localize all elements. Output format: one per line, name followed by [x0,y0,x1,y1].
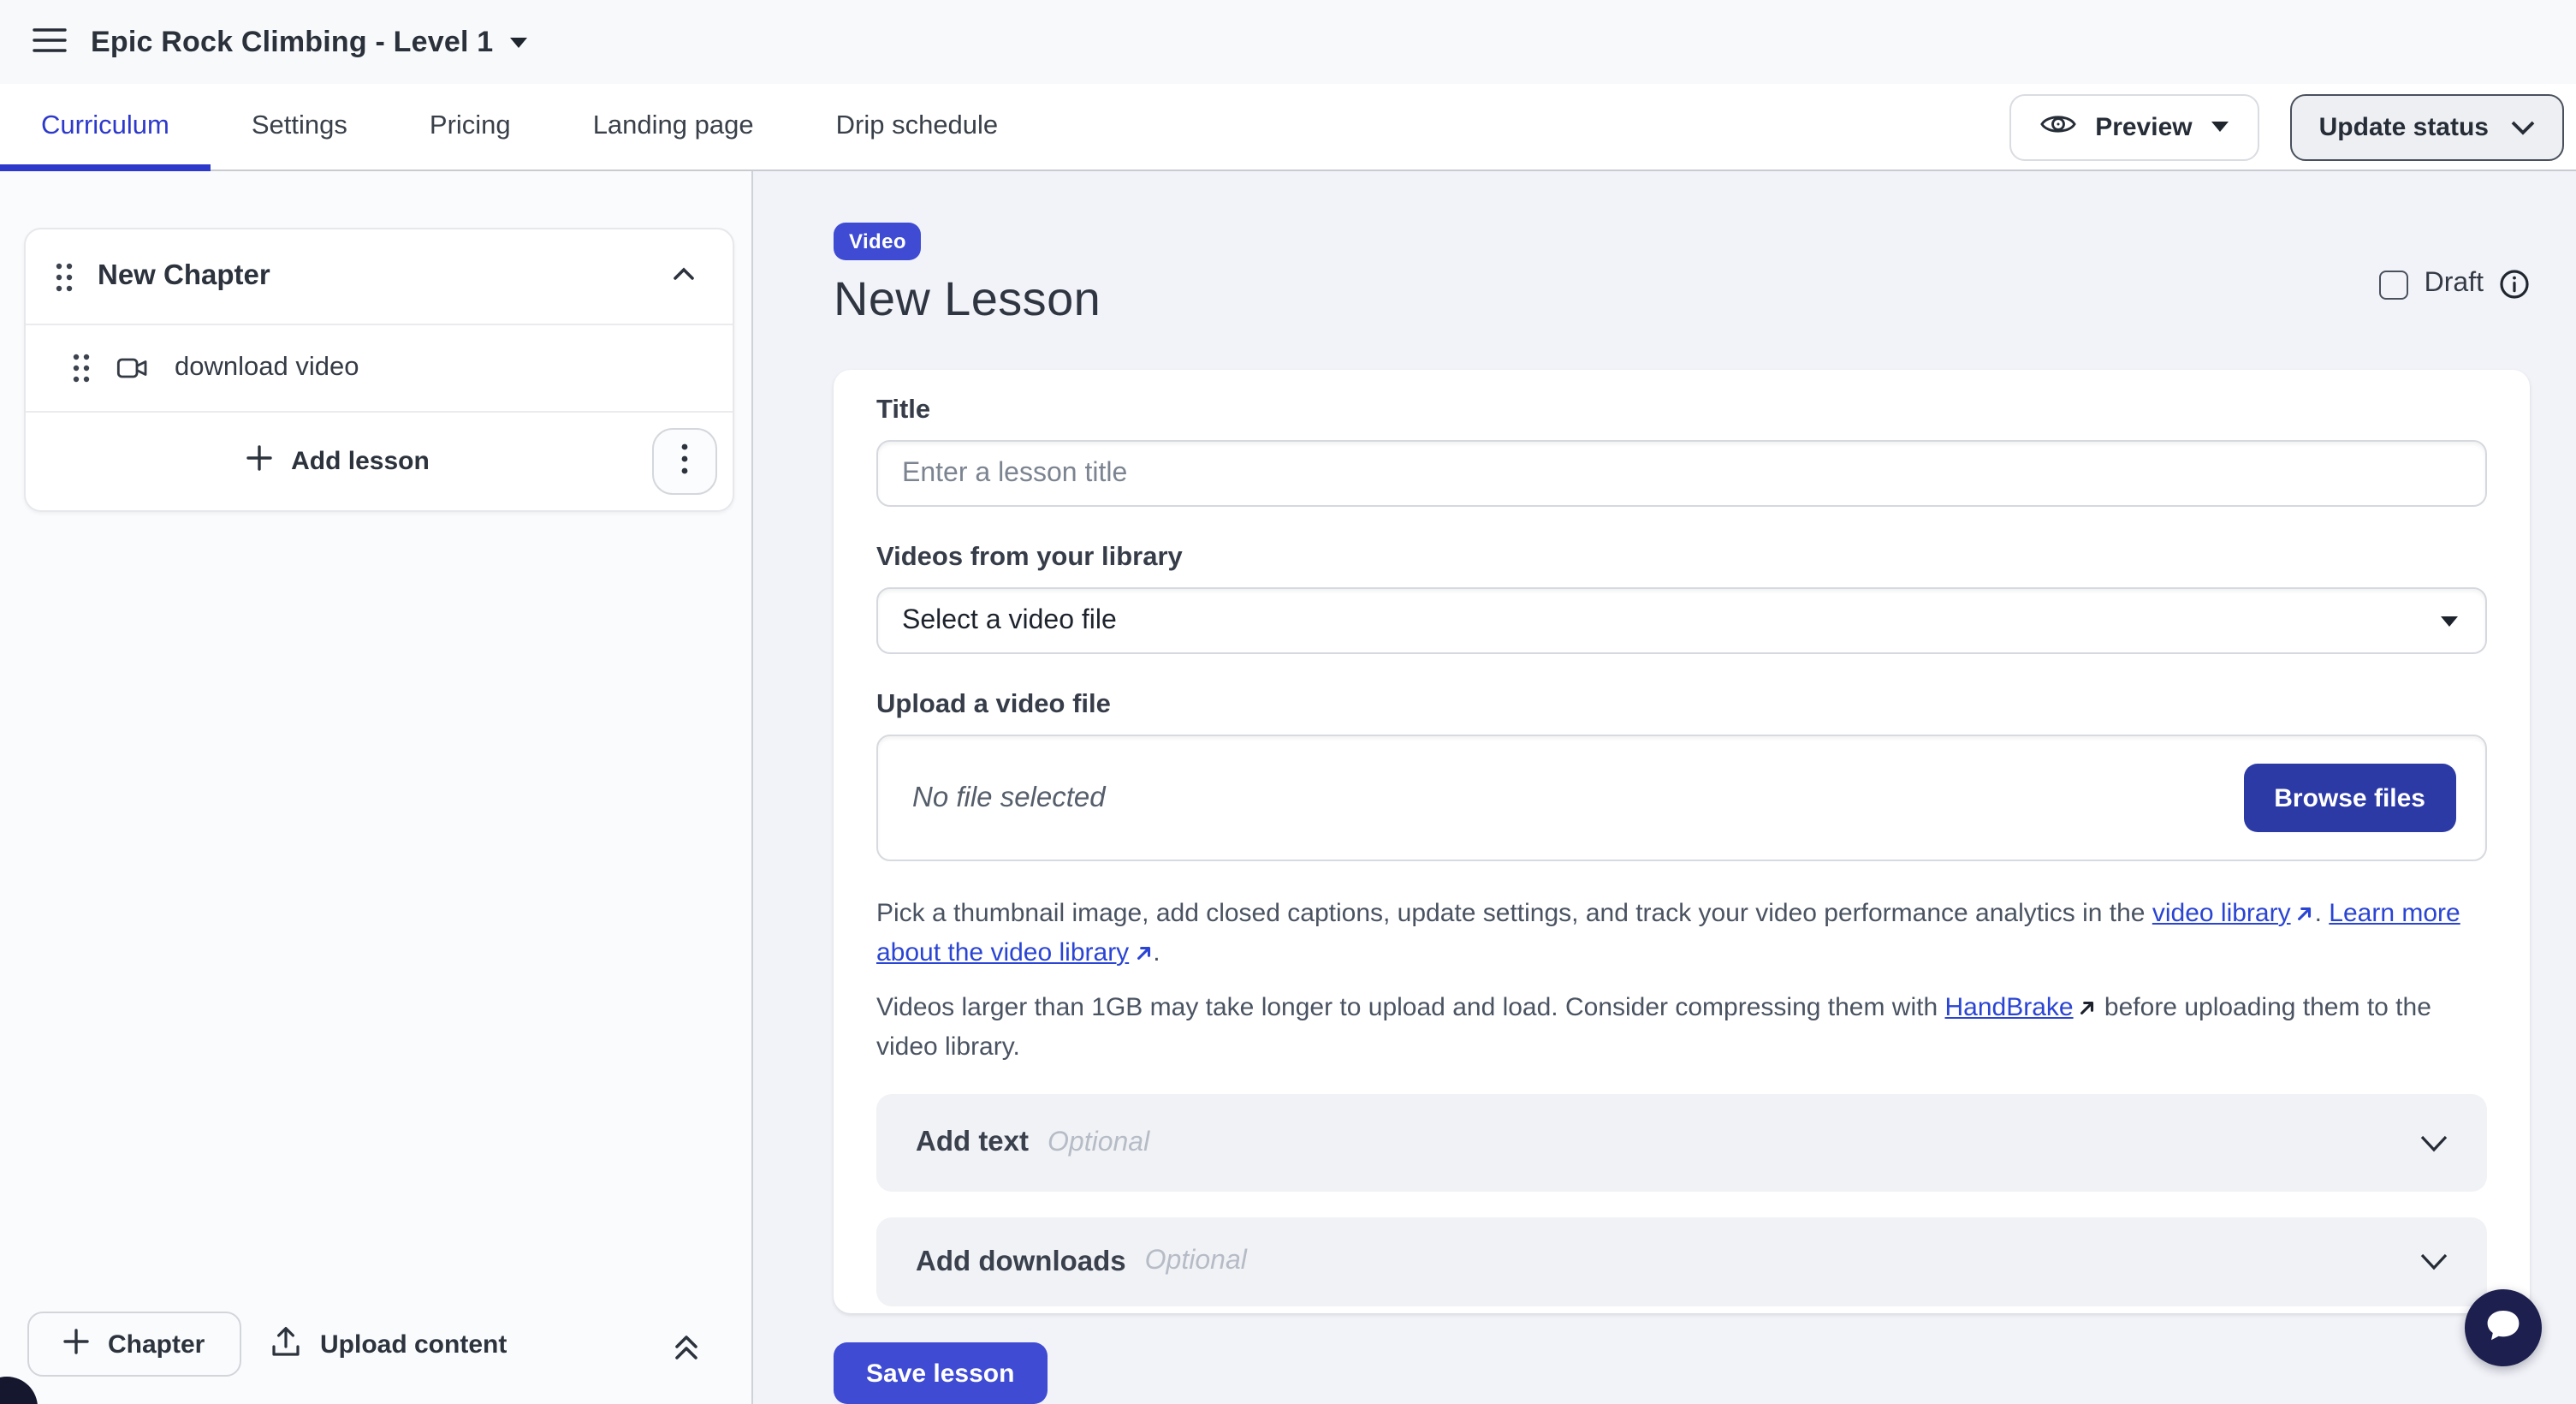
hamburger-menu-button[interactable] [21,13,79,71]
hamburger-icon [33,27,67,57]
external-link-icon [2079,991,2098,1029]
chapter-menu-button[interactable] [652,428,717,495]
title-field: Title [876,394,2487,507]
header-actions: Preview Update status [2009,93,2576,160]
lesson-header: Video New Lesson Draft [834,223,2530,327]
lesson-editor: Video New Lesson Draft Title Vide [753,171,2576,1404]
upload-label: Upload a video file [876,688,2487,721]
lesson-heading-block: Video New Lesson [834,223,1101,327]
draft-label: Draft [2425,269,2484,300]
help-text-segment: . [2315,899,2330,928]
caret-down-icon [2211,122,2229,132]
add-lesson-button[interactable]: Add lesson [246,445,430,478]
upload-icon [270,1324,301,1364]
help-text-segment: Pick a thumbnail image, add closed capti… [876,899,2152,928]
tabs: Curriculum Settings Pricing Landing page… [0,84,1039,170]
update-status-label: Update status [2319,112,2489,141]
caret-down-icon [2441,616,2458,626]
lesson-title-input[interactable] [876,440,2487,507]
collapse-all-button[interactable] [671,1330,702,1368]
tab-curriculum[interactable]: Curriculum [0,84,211,170]
add-text-label: Add text [916,1127,1029,1159]
add-lesson-label: Add lesson [291,447,430,476]
chat-widget-button[interactable] [2465,1289,2542,1366]
chapter-header[interactable]: New Chapter [26,229,733,324]
app: Epic Rock Climbing - Level 1 Curriculum … [0,0,2576,1404]
video-library-field: Videos from your library Select a video … [876,541,2487,654]
lesson-title: download video [175,353,359,384]
chapter-title: New Chapter [98,260,270,293]
optional-hint: Optional [1145,1246,1247,1277]
external-link-icon [1134,937,1153,974]
caret-down-icon [510,37,527,47]
chat-bubble-icon [2482,1305,2525,1351]
chevron-down-icon [2420,1134,2448,1151]
external-link-icon [2296,897,2315,935]
info-icon[interactable] [2499,269,2530,300]
link-label: video library [2152,899,2291,928]
chevron-down-icon [2420,1253,2448,1270]
eye-icon [2040,110,2076,143]
help-text-segment: Videos larger than 1GB may take longer t… [876,993,1945,1022]
double-chevron-up-icon [671,1342,702,1368]
course-title: Epic Rock Climbing - Level 1 [91,25,493,59]
add-chapter-button[interactable]: Chapter [27,1312,240,1377]
preview-button[interactable]: Preview [2009,93,2258,160]
course-switcher[interactable]: Epic Rock Climbing - Level 1 [91,25,527,59]
optional-hint: Optional [1048,1127,1149,1158]
collapse-chapter-button[interactable] [669,260,698,293]
tabbar: Curriculum Settings Pricing Landing page… [0,84,2576,171]
video-library-link[interactable]: video library [2152,899,2315,928]
topbar: Epic Rock Climbing - Level 1 [0,0,2576,84]
lesson-item[interactable]: download video [26,325,733,411]
browse-files-button[interactable]: Browse files [2243,764,2456,832]
no-file-text: No file selected [912,782,1106,814]
video-library-label: Videos from your library [876,541,2487,574]
chapter-card: New Chapter download video [24,228,734,512]
compression-help-text: Videos larger than 1GB may take longer t… [876,990,2487,1067]
lesson-form-card: Title Videos from your library Select a … [834,370,2530,1313]
video-library-selected-value: Select a video file [902,605,1117,636]
add-lesson-row: Add lesson [26,413,733,510]
video-library-help-text: Pick a thumbnail image, add closed capti… [876,895,2487,974]
save-lesson-button[interactable]: Save lesson [834,1342,1047,1404]
video-camera-icon [115,351,151,385]
update-status-button[interactable]: Update status [2290,93,2564,160]
handbrake-link[interactable]: HandBrake [1945,993,2074,1022]
drag-handle-icon[interactable] [55,261,74,292]
chevron-up-icon [669,260,698,293]
page-title: New Lesson [834,272,1101,327]
tab-drip-schedule[interactable]: Drip schedule [795,84,1040,170]
upload-field: Upload a video file No file selected Bro… [876,688,2487,861]
corner-widget [0,1377,38,1404]
add-chapter-label: Chapter [108,1330,205,1359]
draft-checkbox[interactable] [2380,270,2409,299]
file-dropzone[interactable]: No file selected Browse files [876,735,2487,861]
upload-content-label: Upload content [320,1330,507,1359]
app-body: New Chapter download video [0,171,2576,1404]
upload-content-button[interactable]: Upload content [270,1312,507,1377]
add-downloads-accordion[interactable]: Add downloads Optional [876,1217,2487,1306]
add-downloads-label: Add downloads [916,1246,1126,1278]
kebab-icon [681,443,688,479]
tab-settings[interactable]: Settings [211,84,389,170]
lesson-type-badge: Video [834,223,922,260]
draft-toggle-row: Draft [2380,269,2530,300]
curriculum-sidebar: New Chapter download video [0,171,753,1404]
link-label: HandBrake [1945,993,2074,1022]
title-label: Title [876,394,2487,426]
video-library-select[interactable]: Select a video file [876,587,2487,654]
plus-icon [63,1328,89,1360]
tab-pricing[interactable]: Pricing [389,84,552,170]
chevron-down-icon [2511,112,2535,141]
preview-label: Preview [2095,112,2192,141]
drag-handle-icon[interactable] [72,353,91,384]
plus-icon [246,445,272,478]
help-text-segment: . [1153,938,1160,967]
tab-landing-page[interactable]: Landing page [552,84,795,170]
add-text-accordion[interactable]: Add text Optional [876,1094,2487,1192]
